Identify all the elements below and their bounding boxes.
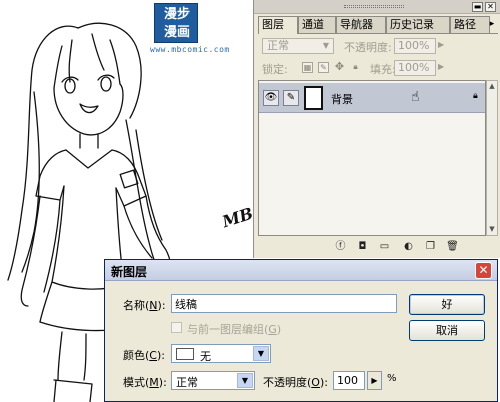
- layer-style-icon[interactable]: ⓕ: [334, 241, 347, 253]
- layer-thumbnail: [304, 86, 323, 110]
- dialog-title: 新图层: [111, 265, 148, 279]
- color-swatch: [176, 348, 194, 360]
- lock-transparency-icon[interactable]: ▦: [302, 62, 313, 73]
- color-value: 无: [200, 350, 211, 363]
- tab-layers[interactable]: 图层: [258, 16, 298, 34]
- layer-lock-icon: 🔒︎: [473, 91, 478, 101]
- lock-row: 锁定: ▦ ✎ ✥ 🔒︎ 填充: 100% ▶: [262, 60, 494, 76]
- tab-navigator[interactable]: 导航器: [336, 16, 386, 33]
- tab-channels[interactable]: 通道: [298, 16, 336, 33]
- layers-scrollbar[interactable]: ▲ ▼: [486, 80, 498, 236]
- blend-row: 正常 ▼ 不透明度: 100% ▶: [262, 38, 494, 54]
- layers-palette: ▬ ✕ 图层 通道 导航器 历史记录 路径 ▸ 正常 ▼ 不透明度: 100% …: [253, 0, 500, 258]
- palette-titlebar[interactable]: ▬ ✕: [254, 0, 500, 14]
- color-label: 颜色(C):: [123, 349, 165, 362]
- trash-icon[interactable]: 🗑︎: [446, 241, 459, 253]
- opacity-slider-arrow-icon[interactable]: ▶: [438, 40, 444, 49]
- palette-bottom-bar: ⓕ ◘ ▭ ◐ ❐ 🗑︎: [254, 238, 500, 256]
- group-with-previous-checkbox[interactable]: [171, 322, 182, 333]
- chevron-down-icon[interactable]: ▼: [253, 346, 269, 361]
- new-layer-icon[interactable]: ❐: [424, 241, 437, 253]
- scroll-up-icon[interactable]: ▲: [487, 81, 497, 92]
- opacity-slider-arrow-icon[interactable]: ▶: [367, 371, 382, 390]
- tab-history[interactable]: 历史记录: [386, 16, 450, 33]
- name-label: 名称(N):: [123, 299, 166, 312]
- dialog-titlebar[interactable]: 新图层 ✕: [105, 260, 497, 281]
- layer-mask-icon[interactable]: ◘: [356, 241, 369, 253]
- cancel-button[interactable]: 取消: [409, 320, 485, 341]
- logo-badge: 漫步 漫画: [154, 3, 198, 43]
- lock-all-icon[interactable]: 🔒︎: [350, 62, 361, 73]
- minimize-icon[interactable]: ▬: [472, 2, 483, 12]
- chevron-down-icon[interactable]: ▼: [237, 373, 253, 388]
- fill-field[interactable]: 100%: [394, 60, 436, 76]
- mode-select[interactable]: 正常 ▼: [171, 371, 255, 390]
- logo-text-line2: 漫画: [163, 25, 190, 40]
- drag-grip-icon: [344, 5, 404, 8]
- new-layer-dialog: 新图层 ✕ 名称(N): 好 取消 与前一图层编组(G) 颜色(C): 无 ▼ …: [104, 259, 498, 402]
- ok-button[interactable]: 好: [409, 294, 485, 315]
- dialog-opacity-label: 不透明度(O):: [263, 376, 328, 389]
- palette-tabs: 图层 通道 导航器 历史记录 路径: [258, 16, 498, 34]
- brush-icon[interactable]: ✎: [283, 90, 299, 106]
- palette-menu-arrow-icon[interactable]: ▸: [487, 19, 497, 29]
- fill-label: 填充:: [370, 63, 396, 76]
- percent-sign: %: [387, 373, 397, 384]
- logo-url: www.mbcomic.com: [150, 45, 230, 54]
- mode-value: 正常: [176, 376, 198, 389]
- lock-position-icon[interactable]: ✥: [334, 61, 345, 73]
- tab-paths[interactable]: 路径: [450, 16, 490, 33]
- layer-row-background[interactable]: 👁︎ ✎ 背景 ☝ 🔒︎: [259, 83, 485, 113]
- lock-label: 锁定:: [262, 63, 288, 76]
- mode-label: 模式(M):: [123, 376, 167, 389]
- layer-name[interactable]: 背景: [331, 91, 353, 107]
- logo-text-line1: 漫步: [163, 7, 190, 22]
- new-folder-icon[interactable]: ▭: [378, 241, 391, 253]
- opacity-field[interactable]: 100%: [394, 38, 436, 54]
- adjustment-layer-icon[interactable]: ◐: [402, 241, 415, 253]
- blend-mode-value: 正常: [267, 39, 289, 52]
- layer-name-input[interactable]: [171, 294, 397, 313]
- fill-slider-arrow-icon[interactable]: ▶: [438, 62, 444, 71]
- hand-cursor-icon: ☝: [411, 89, 420, 105]
- eye-icon[interactable]: 👁︎: [263, 90, 279, 106]
- opacity-label: 不透明度:: [344, 41, 392, 54]
- close-icon[interactable]: ✕: [475, 262, 492, 279]
- dialog-opacity-input[interactable]: [333, 371, 365, 390]
- site-logo: 漫步 漫画 www.mbcomic.com: [150, 3, 246, 54]
- close-icon[interactable]: ✕: [485, 2, 496, 12]
- blend-mode-select[interactable]: 正常 ▼: [262, 38, 334, 54]
- scroll-down-icon[interactable]: ▼: [487, 224, 497, 235]
- lock-pixels-icon[interactable]: ✎: [318, 62, 329, 73]
- layers-list: 👁︎ ✎ 背景 ☝ 🔒︎: [258, 80, 486, 236]
- chevron-down-icon: ▼: [322, 41, 330, 50]
- color-select[interactable]: 无 ▼: [171, 344, 271, 363]
- group-with-previous-label: 与前一图层编组(G): [187, 323, 282, 336]
